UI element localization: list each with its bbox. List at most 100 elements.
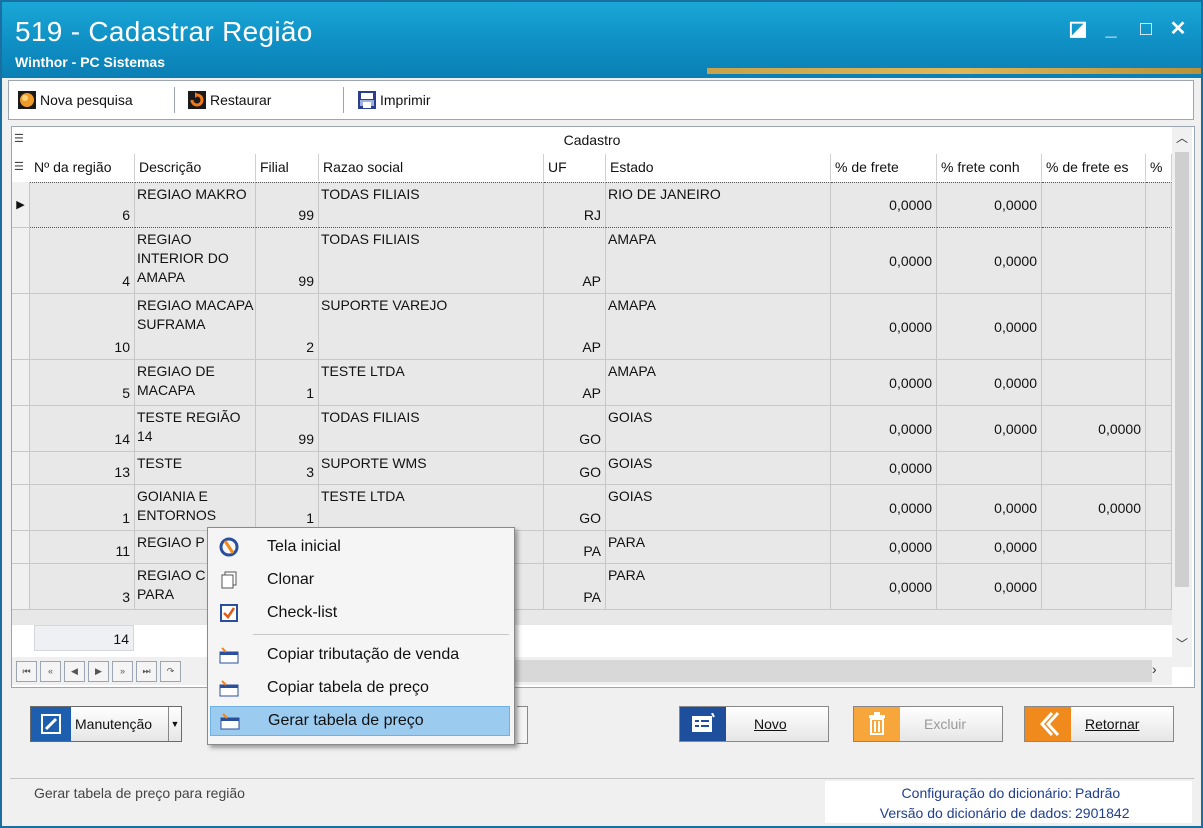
- menu-item-copiar-tabela-preco[interactable]: Copiar tabela de preço: [210, 673, 510, 703]
- cell-descricao[interactable]: GOIANIA E ENTORNOS: [135, 485, 256, 531]
- cell-razao-social[interactable]: TESTE LTDA: [319, 485, 544, 531]
- nav-next-page-icon[interactable]: »: [112, 661, 133, 682]
- manutencao-dropdown-icon[interactable]: ▼: [168, 707, 181, 741]
- cell-frete[interactable]: 0,0000: [831, 360, 937, 406]
- cell-uf[interactable]: AP: [544, 294, 606, 360]
- cell-uf[interactable]: GO: [544, 485, 606, 531]
- table-row[interactable]: 1 GOIANIA E ENTORNOS 1 TESTE LTDA GO GOIAS 0,0…: [12, 485, 1172, 531]
- cell-frete[interactable]: 0,0000: [831, 182, 937, 228]
- current-row-indicator-icon[interactable]: ▶: [12, 182, 30, 228]
- horizontal-scroll-thumb[interactable]: [512, 660, 1152, 682]
- cell-extra[interactable]: [1146, 294, 1172, 360]
- table-row[interactable]: 4 REGIAO INTERIOR DO AMAPA 99 TODAS FILIAIS…: [12, 228, 1172, 294]
- cell-uf[interactable]: GO: [544, 406, 606, 452]
- cell-filial[interactable]: 99: [256, 228, 319, 294]
- row-indicator[interactable]: [12, 228, 30, 294]
- cell-num[interactable]: 11: [30, 531, 135, 564]
- column-header-filial[interactable]: Filial: [256, 154, 319, 181]
- cell-filial[interactable]: 1: [256, 360, 319, 406]
- regions-grid[interactable]: ☰ Cadastro ☰ Nº da região Descrição Fili…: [11, 126, 1195, 688]
- excluir-button[interactable]: Excluir: [853, 706, 1003, 742]
- cell-num[interactable]: 5: [30, 360, 135, 406]
- cell-num[interactable]: 13: [30, 452, 135, 485]
- scroll-down-icon[interactable]: ﹀: [1176, 635, 1188, 652]
- nav-prev-page-icon[interactable]: «: [40, 661, 61, 682]
- column-chooser-icon[interactable]: ☰: [14, 160, 24, 173]
- imprimir-button[interactable]: Imprimir: [357, 89, 431, 111]
- cell-extra[interactable]: [1146, 485, 1172, 531]
- nav-first-page-icon[interactable]: ⏮: [16, 661, 37, 682]
- vertical-scroll-thumb[interactable]: [1175, 152, 1189, 587]
- cell-frete-es[interactable]: [1042, 531, 1146, 564]
- cell-frete-conh[interactable]: 0,0000: [937, 182, 1042, 228]
- table-row[interactable]: ▶ 6 REGIAO MAKRO 99 TODAS FILIAIS RJ RIO DE JA…: [12, 182, 1172, 228]
- cell-razao-social[interactable]: SUPORTE VAREJO: [319, 294, 544, 360]
- cell-frete[interactable]: 0,0000: [831, 531, 937, 564]
- cell-frete-es[interactable]: [1042, 228, 1146, 294]
- cell-razao-social[interactable]: TODAS FILIAIS: [319, 228, 544, 294]
- scroll-up-icon[interactable]: ︿: [1176, 129, 1188, 146]
- restaurar-button[interactable]: Restaurar: [187, 89, 271, 111]
- menu-item-copiar-tributacao[interactable]: Copiar tributação de venda: [210, 640, 510, 670]
- cell-frete-es[interactable]: [1042, 294, 1146, 360]
- cell-razao-social[interactable]: TESTE LTDA: [319, 360, 544, 406]
- cell-descricao[interactable]: REGIAO INTERIOR DO AMAPA: [135, 228, 256, 294]
- close-button[interactable]: ✕: [1164, 16, 1192, 42]
- cell-uf[interactable]: AP: [544, 228, 606, 294]
- cell-frete[interactable]: 0,0000: [831, 406, 937, 452]
- menu-item-gerar-tabela-preco[interactable]: Gerar tabela de preço: [210, 706, 510, 736]
- cell-frete[interactable]: 0,0000: [831, 452, 937, 485]
- cell-descricao[interactable]: REGIAO DE MACAPA: [135, 360, 256, 406]
- cell-uf[interactable]: GO: [544, 452, 606, 485]
- novo-button[interactable]: Novo: [679, 706, 829, 742]
- table-row[interactable]: 11 REGIAO P PA PARA 0,0000 0,0000: [12, 531, 1172, 564]
- table-row[interactable]: 3 REGIAO C DO PARA PA PARA 0,0000 0,0000: [12, 564, 1172, 610]
- cell-extra[interactable]: [1146, 182, 1172, 228]
- nav-refresh-icon[interactable]: ↷: [160, 661, 181, 682]
- cell-frete-conh[interactable]: 0,0000: [937, 485, 1042, 531]
- cell-estado[interactable]: RIO DE JANEIRO: [606, 182, 831, 228]
- vertical-scrollbar[interactable]: ︿ ﹀: [1172, 127, 1192, 667]
- nav-next-icon[interactable]: ▶: [88, 661, 109, 682]
- manutencao-button[interactable]: Manutenção ▼: [30, 706, 182, 742]
- cell-extra[interactable]: [1146, 531, 1172, 564]
- cell-frete-es[interactable]: [1042, 182, 1146, 228]
- cell-estado[interactable]: AMAPA: [606, 360, 831, 406]
- menu-item-clonar[interactable]: Clonar: [210, 565, 510, 595]
- cell-razao-social[interactable]: SUPORTE WMS: [319, 452, 544, 485]
- cell-frete-conh[interactable]: 0,0000: [937, 228, 1042, 294]
- cell-frete[interactable]: 0,0000: [831, 485, 937, 531]
- cell-frete-conh[interactable]: 0,0000: [937, 294, 1042, 360]
- cell-frete-conh[interactable]: 0,0000: [937, 360, 1042, 406]
- cell-frete-es[interactable]: [1042, 564, 1146, 610]
- minimize-button[interactable]: _: [1097, 16, 1125, 42]
- cell-frete-es[interactable]: 0,0000: [1042, 406, 1146, 452]
- row-indicator[interactable]: [12, 360, 30, 406]
- cell-num[interactable]: 1: [30, 485, 135, 531]
- cell-descricao[interactable]: TESTE: [135, 452, 256, 485]
- cell-frete[interactable]: 0,0000: [831, 228, 937, 294]
- column-header-uf[interactable]: UF: [544, 154, 606, 181]
- row-indicator[interactable]: [12, 531, 30, 564]
- scroll-right-icon[interactable]: ›: [1152, 661, 1157, 677]
- column-header-frete-es[interactable]: % de frete es: [1042, 154, 1146, 181]
- cell-frete[interactable]: 0,0000: [831, 294, 937, 360]
- cell-frete[interactable]: 0,0000: [831, 564, 937, 610]
- column-header-frete-conh[interactable]: % frete conh: [937, 154, 1042, 181]
- cell-extra[interactable]: [1146, 564, 1172, 610]
- cell-uf[interactable]: PA: [544, 564, 606, 610]
- retornar-button[interactable]: Retornar: [1024, 706, 1174, 742]
- cell-estado[interactable]: AMAPA: [606, 294, 831, 360]
- menu-item-check-list[interactable]: Check-list: [210, 598, 510, 628]
- cell-frete-es[interactable]: 0,0000: [1042, 485, 1146, 531]
- cell-estado[interactable]: AMAPA: [606, 228, 831, 294]
- cell-extra[interactable]: [1146, 452, 1172, 485]
- cell-uf[interactable]: PA: [544, 531, 606, 564]
- restore-window-button[interactable]: ◪: [1064, 16, 1092, 42]
- column-header-descricao[interactable]: Descrição: [135, 154, 256, 181]
- table-row[interactable]: 10 REGIAO MACAPA SUFRAMA 2 SUPORTE VAREJO AP…: [12, 294, 1172, 360]
- cell-descricao[interactable]: REGIAO MACAPA SUFRAMA: [135, 294, 256, 360]
- cell-estado[interactable]: GOIAS: [606, 485, 831, 531]
- column-header-extra[interactable]: %: [1146, 154, 1172, 181]
- cell-estado[interactable]: PARA: [606, 564, 831, 610]
